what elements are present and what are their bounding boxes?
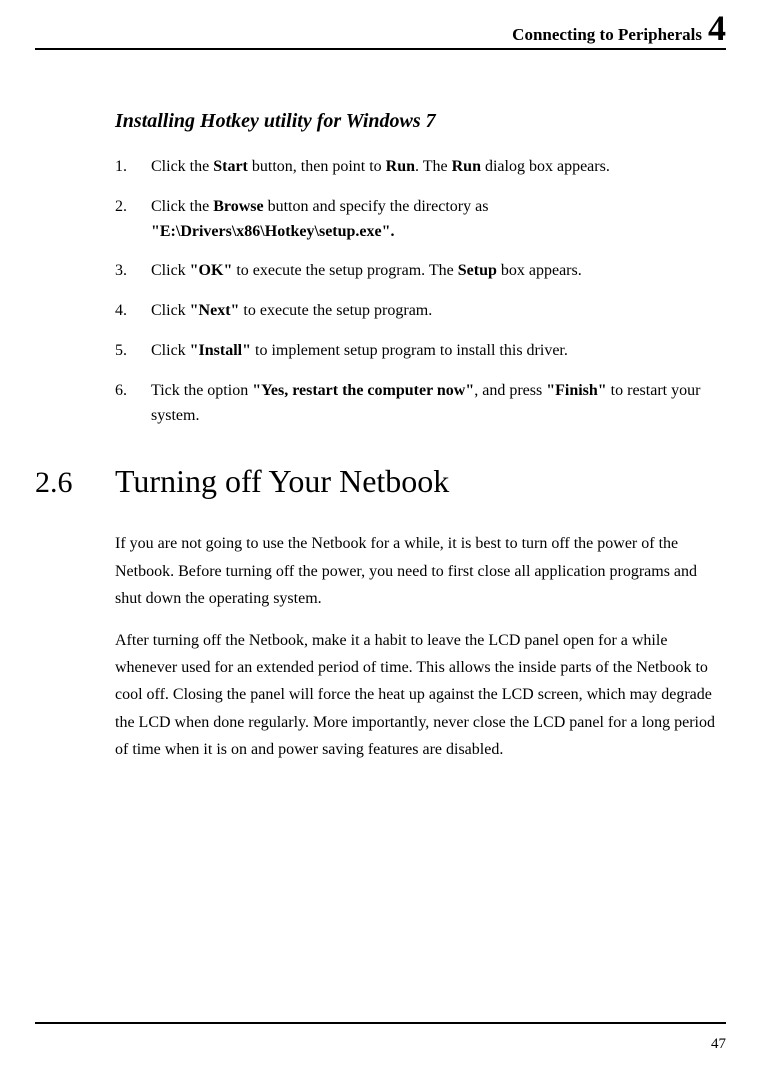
page-number: 47: [711, 1036, 726, 1052]
section-title: Turning off Your Netbook: [115, 463, 449, 500]
step-bold: Setup: [458, 262, 497, 279]
step-bold: "E:\Drivers\x86\Hotkey\setup.exe".: [151, 223, 395, 240]
step-bold: Run: [386, 158, 415, 175]
step-bold: Browse: [213, 198, 263, 215]
step-item: Click "Install" to implement setup progr…: [115, 339, 721, 364]
step-text: Tick the option: [151, 382, 252, 399]
step-item: Click "Next" to execute the setup progra…: [115, 299, 721, 324]
step-text: dialog box appears.: [481, 158, 610, 175]
step-text: to implement setup program to install th…: [251, 342, 568, 359]
section-heading: 2.6 Turning off Your Netbook: [35, 463, 721, 500]
section-number: 2.6: [35, 466, 115, 500]
step-text: Click: [151, 262, 190, 279]
paragraph: After turning off the Netbook, make it a…: [115, 627, 721, 763]
step-bold: Run: [452, 158, 481, 175]
step-text: Click the: [151, 198, 213, 215]
step-text: , and press: [474, 382, 546, 399]
step-item: Click the Start button, then point to Ru…: [115, 155, 721, 180]
page-content: Installing Hotkey utility for Windows 7 …: [35, 110, 726, 763]
step-bold: Start: [213, 158, 248, 175]
step-text: Click the: [151, 158, 213, 175]
step-text: box appears.: [497, 262, 582, 279]
header-title: Connecting to Peripherals: [512, 25, 702, 45]
step-item: Click the Browse button and specify the …: [115, 195, 721, 245]
steps-list: Click the Start button, then point to Ru…: [115, 155, 721, 428]
subsection-title: Installing Hotkey utility for Windows 7: [115, 110, 721, 133]
step-bold: "Install": [190, 342, 251, 359]
paragraph: If you are not going to use the Netbook …: [115, 530, 721, 612]
step-text: button, then point to: [248, 158, 386, 175]
step-text: . The: [415, 158, 452, 175]
step-text: to execute the setup program. The: [232, 262, 457, 279]
page-header: Connecting to Peripherals 4: [35, 10, 726, 50]
step-item: Click "OK" to execute the setup program.…: [115, 259, 721, 284]
page-footer: 47: [35, 1022, 726, 1053]
step-bold: "Next": [190, 302, 240, 319]
step-bold: "Finish": [546, 382, 606, 399]
step-text: button and specify the directory as: [264, 198, 489, 215]
step-text: Click: [151, 342, 190, 359]
step-bold: "OK": [190, 262, 233, 279]
step-bold: "Yes, restart the computer now": [252, 382, 474, 399]
step-text: to execute the setup program.: [239, 302, 432, 319]
step-text: Click: [151, 302, 190, 319]
chapter-number: 4: [708, 10, 726, 46]
step-item: Tick the option "Yes, restart the comput…: [115, 379, 721, 429]
